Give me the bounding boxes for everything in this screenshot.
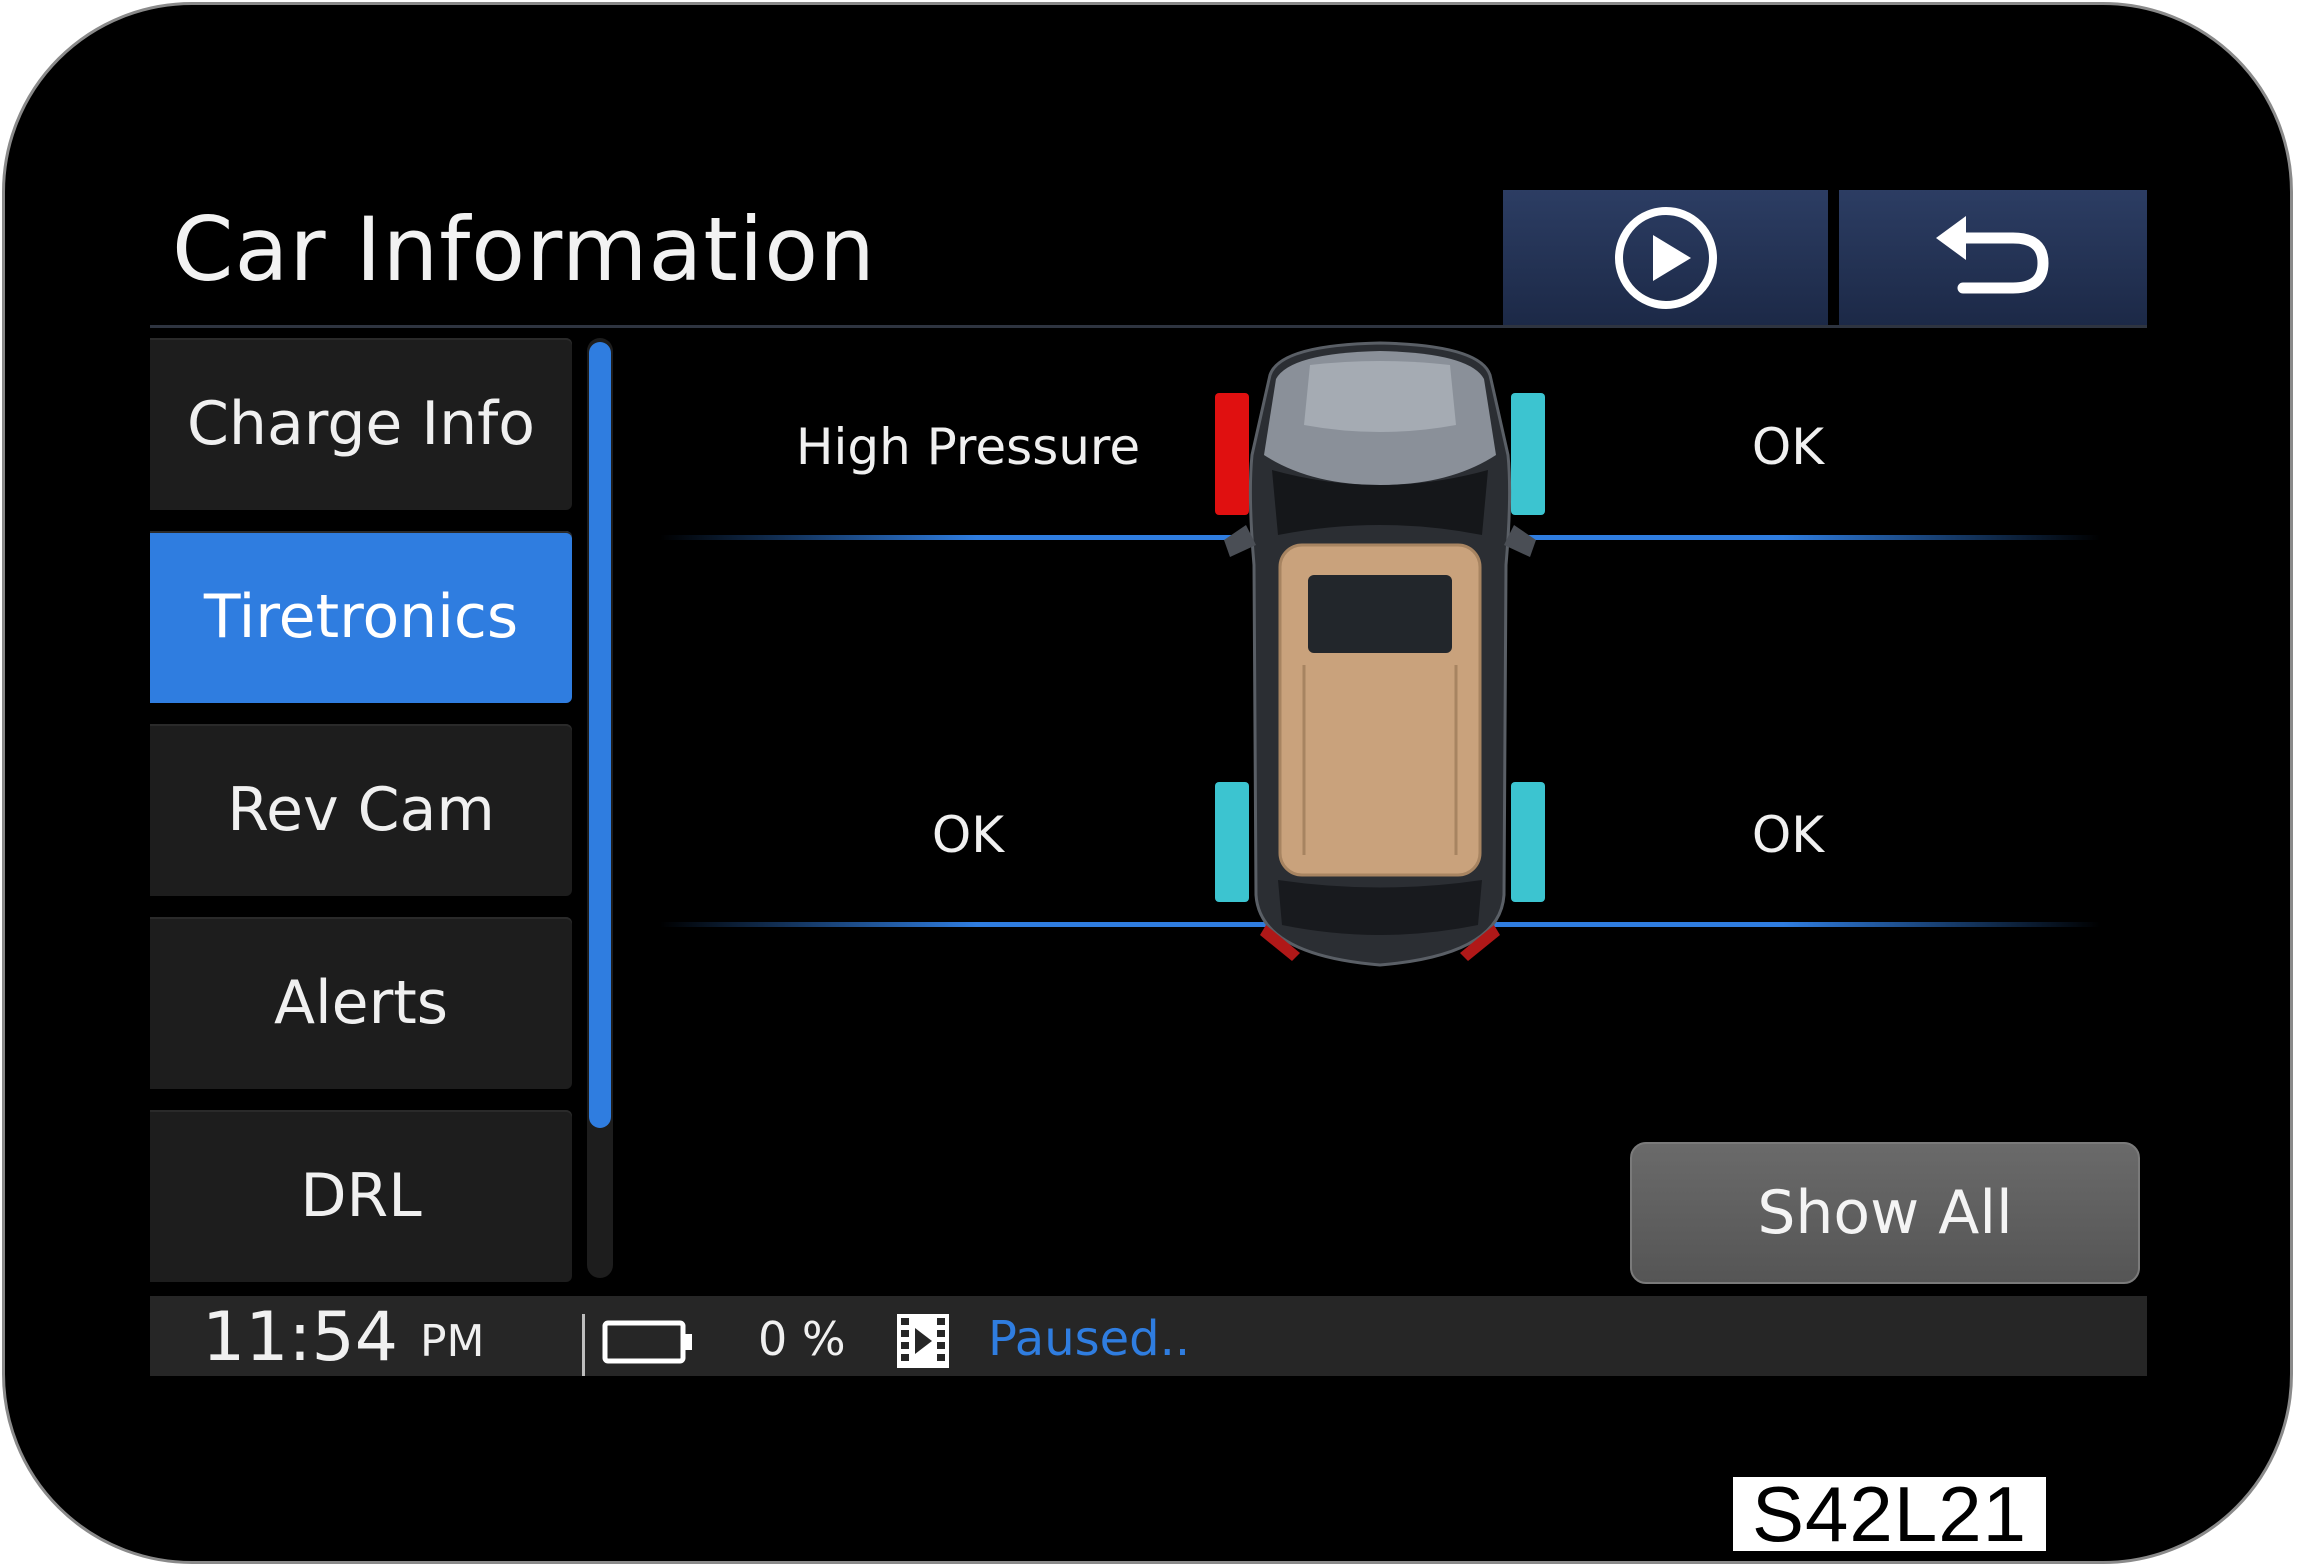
header-divider — [150, 325, 2147, 328]
status-divider — [582, 1314, 585, 1376]
sidebar-item-tiretronics[interactable]: Tiretronics — [150, 531, 572, 703]
sidebar-item-label: Charge Info — [187, 389, 535, 459]
play-button[interactable] — [1503, 190, 1828, 325]
sidebar-item-label: Rev Cam — [227, 775, 495, 845]
front-left-tire — [1215, 393, 1249, 515]
battery-percent: 0 % — [758, 1312, 846, 1366]
media-status: Paused.. — [988, 1311, 1191, 1367]
sidebar-item-alerts[interactable]: Alerts — [150, 917, 572, 1089]
page-title: Car Information — [172, 198, 876, 301]
sidebar-item-charge-info[interactable]: Charge Info — [150, 338, 572, 510]
sidebar-menu: Charge Info Tiretronics Rev Cam Alerts D… — [150, 338, 575, 1288]
rear-right-tire-status: OK — [1751, 806, 1825, 864]
back-button[interactable] — [1839, 190, 2147, 325]
car-top-view — [1215, 341, 1545, 967]
show-all-button[interactable]: Show All — [1630, 1142, 2140, 1284]
status-bar: 11:54 PM 0 % Paused.. — [150, 1296, 2147, 1376]
clock-ampm: PM — [420, 1316, 485, 1367]
clock-time: 11:54 — [202, 1298, 398, 1376]
rear-left-tire-status: OK — [931, 806, 1005, 864]
sidebar-item-label: Tiretronics — [203, 582, 519, 652]
sidebar-item-label: DRL — [300, 1161, 422, 1231]
front-right-tire-status: OK — [1751, 418, 1825, 476]
front-right-tire — [1511, 393, 1545, 515]
battery-icon — [602, 1320, 692, 1364]
sidebar-item-drl[interactable]: DRL — [150, 1110, 572, 1282]
back-arrow-icon — [1936, 215, 2049, 293]
front-left-tire-status: High Pressure — [795, 418, 1141, 476]
figure-code-label: S42L21 — [1733, 1475, 2046, 1553]
media-file-icon — [897, 1314, 949, 1368]
sidebar-item-label: Alerts — [273, 968, 449, 1038]
sidebar-scroll-thumb[interactable] — [589, 342, 611, 1128]
rear-right-tire — [1511, 782, 1545, 902]
sidebar-item-rev-cam[interactable]: Rev Cam — [150, 724, 572, 896]
rear-left-tire — [1215, 782, 1249, 902]
play-circle-icon — [1614, 206, 1717, 309]
